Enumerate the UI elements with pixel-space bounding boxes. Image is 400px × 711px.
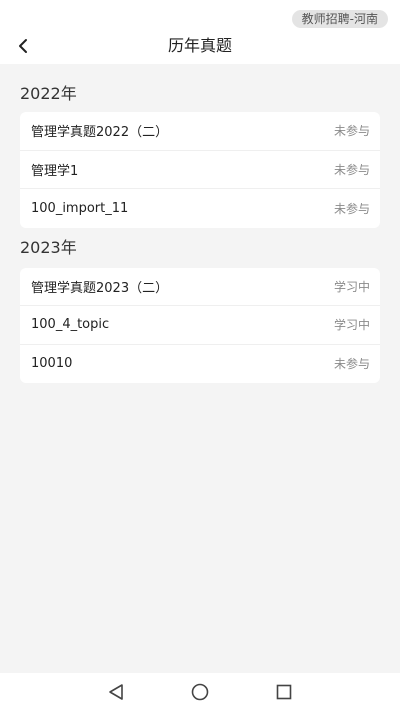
year-section: 2023年 管理学真题2023（二） 学习中 100_4_topic 学习中 1… [20, 228, 380, 384]
status-bar: 教师招聘-河南 [0, 0, 400, 30]
circle-home-icon [191, 683, 209, 701]
exam-status: 未参与 [333, 162, 370, 177]
context-tag: 教师招聘-河南 [291, 10, 388, 28]
year-label: 2022年 [20, 84, 77, 103]
exam-list-item[interactable]: 管理学1 未参与 [20, 151, 380, 189]
triangle-back-icon [109, 684, 123, 700]
square-recents-icon [276, 684, 292, 700]
system-back-button[interactable] [104, 680, 128, 704]
system-recents-button[interactable] [272, 680, 296, 704]
exam-title: 管理学真题2023（二） [31, 280, 169, 296]
exam-list-item[interactable]: 管理学真题2023（二） 学习中 [20, 268, 380, 306]
nav-bar: 历年真题 [0, 30, 400, 64]
exam-list-item[interactable]: 100_4_topic 学习中 [20, 306, 380, 345]
exam-list-item[interactable]: 100_import_11 未参与 [20, 189, 380, 228]
exam-list-card: 管理学真题2022（二） 未参与 管理学1 未参与 100_import_11 … [20, 112, 380, 228]
exam-status: 学习中 [333, 279, 370, 294]
year-section: 2022年 管理学真题2022（二） 未参与 管理学1 未参与 100_impo… [20, 64, 380, 228]
content: 2022年 管理学真题2022（二） 未参与 管理学1 未参与 100_impo… [0, 64, 400, 383]
exam-status: 未参与 [333, 201, 370, 216]
system-home-button[interactable] [188, 680, 212, 704]
exam-title: 10010 [31, 356, 73, 372]
exam-status: 未参与 [333, 124, 370, 139]
exam-status: 学习中 [333, 318, 370, 333]
system-navigation-bar [0, 673, 400, 711]
exam-list-card: 管理学真题2023（二） 学习中 100_4_topic 学习中 10010 未… [20, 267, 380, 384]
exam-list-item[interactable]: 管理学真题2022（二） 未参与 [20, 112, 380, 151]
year-label: 2023年 [20, 237, 77, 257]
exam-list-item[interactable]: 10010 未参与 [20, 345, 380, 384]
exam-title: 100_import_11 [31, 200, 129, 216]
exam-status: 未参与 [333, 357, 370, 372]
exam-title: 管理学真题2022（二） [31, 125, 169, 141]
exam-title: 管理学1 [31, 163, 79, 179]
page-title: 历年真题 [167, 36, 232, 55]
exam-title: 100_4_topic [31, 317, 110, 333]
